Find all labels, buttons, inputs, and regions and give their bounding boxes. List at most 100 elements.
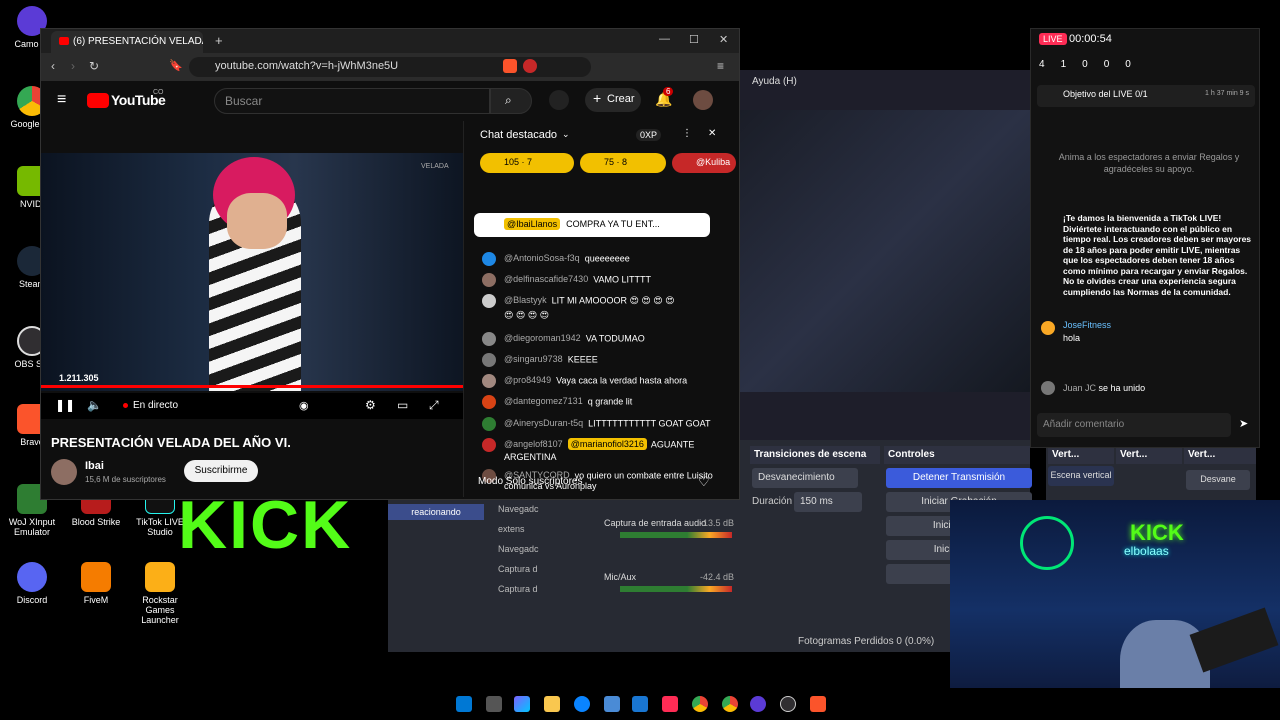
file-explorer-icon[interactable] xyxy=(544,696,560,712)
chat-title[interactable]: Chat destacado xyxy=(480,129,557,141)
tiktok-live-panel: LIVE 00:00:54 4 1 0 0 0 Objetivo del LIV… xyxy=(1030,28,1260,448)
chrome-icon[interactable] xyxy=(722,696,738,712)
search-button[interactable]: ⌕ xyxy=(490,88,532,114)
mention-badge: @marianofiol3216 xyxy=(567,438,647,451)
vertical-scene-item[interactable]: Escena vertical xyxy=(1048,466,1114,486)
controls-header: Controles xyxy=(884,446,1030,464)
avatar[interactable] xyxy=(693,90,713,110)
heart-icon[interactable]: ♡ xyxy=(698,474,710,490)
desktop-icon-fivem[interactable]: FiveM xyxy=(64,562,128,605)
camo-icon[interactable] xyxy=(750,696,766,712)
source-item[interactable]: extens xyxy=(498,524,598,544)
subscriber-count: 15,6 M de suscriptores xyxy=(85,475,166,484)
avatar xyxy=(482,353,496,367)
hamburger-icon[interactable]: ≡ xyxy=(57,91,66,109)
subscribe-button[interactable]: Suscribirme xyxy=(184,460,258,482)
stop-stream-button[interactable]: Detener Transmisión xyxy=(886,468,1032,488)
back-icon[interactable]: ‹ xyxy=(51,59,55,73)
comment-input[interactable]: Añadir comentario xyxy=(1037,413,1231,437)
gift-hint: Anima a los espectadores a enviar Regalo… xyxy=(1058,152,1240,174)
task-view-icon[interactable] xyxy=(486,696,502,712)
search-input[interactable]: Buscar xyxy=(214,88,490,114)
obs-icon[interactable] xyxy=(780,696,796,712)
coins-stat: 0 xyxy=(1103,59,1110,70)
source-item[interactable]: Captura d xyxy=(498,584,598,604)
live-label[interactable]: En directo xyxy=(133,400,178,411)
minimize-button[interactable]: — xyxy=(659,33,670,45)
live-goal[interactable]: Objetivo del LIVE 0/1 1 h 37 min 9 s xyxy=(1037,85,1255,107)
desktop-icon-rockstar[interactable]: Rockstar Games Launcher xyxy=(128,562,192,625)
close-button[interactable]: ✕ xyxy=(719,33,728,46)
channel-avatar[interactable] xyxy=(51,459,77,485)
browser-tab[interactable]: (6) PRESENTACIÓN VELADA D xyxy=(51,31,203,53)
microphone-arm xyxy=(1189,607,1279,673)
transitions-header: Transiciones de escena xyxy=(750,446,880,464)
store-icon[interactable] xyxy=(604,696,620,712)
engagement-pill[interactable]: 105 · 7 xyxy=(480,153,574,173)
desktop-icon-discord[interactable]: Discord xyxy=(0,562,64,605)
neon-sub-sign: elbolaas xyxy=(1124,544,1169,558)
channel-name[interactable]: Ibai xyxy=(85,460,104,472)
chat-message: @Blastyyk LIT MI AMOOOOR 😍 😍 😍 😍 xyxy=(482,294,675,308)
xp-badge[interactable]: 0XP xyxy=(636,129,662,141)
source-item[interactable]: Navegadc xyxy=(498,544,598,564)
chevron-down-icon[interactable]: ⌄ xyxy=(562,129,570,140)
obs-preview xyxy=(740,110,1030,392)
avatar xyxy=(482,252,496,266)
pause-icon[interactable]: ❚❚ xyxy=(55,398,75,412)
live-chat: Chat destacado ⌄ 0XP ⋮ ✕ 105 · 7 75 · 8 … xyxy=(463,121,736,497)
rockstar-icon xyxy=(145,562,175,592)
youtube-logo-icon[interactable] xyxy=(87,93,109,108)
source-item[interactable]: Captura d xyxy=(498,564,598,584)
duration-input[interactable]: 150 ms xyxy=(794,492,862,512)
progress-bar[interactable] xyxy=(41,385,463,388)
brave-rewards-icon[interactable] xyxy=(523,59,537,73)
join-notice: Juan JC se ha unido xyxy=(1063,383,1146,393)
audio-meter xyxy=(620,532,732,538)
new-tab-icon[interactable]: + xyxy=(215,33,223,48)
search-icon: ⌕ xyxy=(505,93,512,107)
edge-icon[interactable] xyxy=(574,696,590,712)
close-chat-icon[interactable]: ✕ xyxy=(708,128,716,139)
menu-icon[interactable]: ≡ xyxy=(717,59,724,73)
reload-icon[interactable]: ↻ xyxy=(89,59,99,73)
engagement-pill[interactable]: 75 · 8 xyxy=(580,153,666,173)
source-item[interactable]: Navegadc xyxy=(498,504,598,524)
transition-select[interactable]: Desvanecimiento xyxy=(752,468,858,488)
voice-search-icon[interactable] xyxy=(549,90,569,110)
fullscreen-icon[interactable]: ⤢ xyxy=(429,398,439,413)
vertical-docks: Vert... Vert... Vert... Escena vertical … xyxy=(1046,446,1256,500)
tiktok-icon[interactable] xyxy=(662,696,678,712)
scene-item-reaccionando[interactable]: reacionando xyxy=(388,504,484,520)
vertical-header: Vert... xyxy=(1048,446,1114,464)
app-icon[interactable] xyxy=(632,696,648,712)
volume-icon[interactable]: 🔈 xyxy=(87,398,102,412)
live-badge: LIVE xyxy=(1039,33,1067,45)
settings-icon[interactable]: ⚙ xyxy=(365,398,376,412)
status-bar-dropped-frames: Fotogramas Perdidos 0 (0.0%) xyxy=(798,636,935,647)
start-icon[interactable] xyxy=(456,696,472,712)
forward-icon[interactable]: › xyxy=(71,59,75,73)
brave-icon[interactable] xyxy=(810,696,826,712)
tab-bar: (6) PRESENTACIÓN VELADA D + — ☐ ✕ xyxy=(41,29,739,53)
video-player[interactable]: VELADA 1.211.305 xyxy=(41,153,463,391)
avatar xyxy=(482,273,496,287)
pinned-message[interactable]: @IbaiLlanos COMPRA YA TU ENT... xyxy=(474,213,710,237)
chat-message: @dantegomez7131 q grande lit xyxy=(482,395,632,409)
brave-shield-icon[interactable] xyxy=(503,59,517,73)
autoplay-icon[interactable]: ◉ xyxy=(299,399,309,412)
engagement-pill[interactable]: @Kuliba xyxy=(672,153,736,173)
maximize-button[interactable]: ☐ xyxy=(689,33,699,46)
obs-menu-help[interactable]: Ayuda (H) xyxy=(752,76,797,87)
comment-text: hola xyxy=(1063,333,1081,343)
send-icon[interactable]: ➤ xyxy=(1239,417,1248,430)
chrome-icon[interactable] xyxy=(692,696,708,712)
vertical-transition-select[interactable]: Desvane xyxy=(1186,470,1250,490)
player-controls: ❚❚ 🔈 En directo ◉ ⚙ ▭ ⤢ xyxy=(41,393,463,419)
copilot-icon[interactable] xyxy=(514,696,530,712)
youtube-header: ≡ YouTube CO Buscar ⌕ + Crear 🔔 6 xyxy=(41,81,739,121)
theater-icon[interactable]: ▭ xyxy=(397,398,408,412)
bookmark-icon[interactable]: 🔖 xyxy=(169,59,183,72)
create-button[interactable]: + Crear xyxy=(585,88,641,112)
more-icon[interactable]: ⋮ xyxy=(682,128,692,139)
